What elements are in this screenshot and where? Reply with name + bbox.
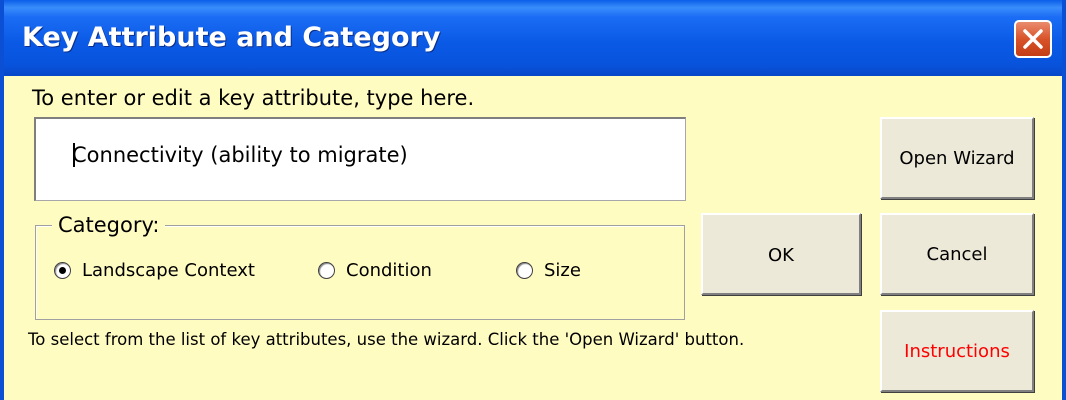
close-icon bbox=[1023, 29, 1043, 49]
wizard-hint-text: To select from the list of key attribute… bbox=[28, 330, 745, 349]
category-group-label: Category: bbox=[52, 213, 166, 237]
cancel-button[interactable]: Cancel bbox=[880, 213, 1034, 295]
instructions-button[interactable]: Instructions bbox=[880, 310, 1034, 392]
radio-unselected-icon bbox=[318, 261, 335, 279]
close-button[interactable] bbox=[1014, 20, 1052, 58]
attribute-prompt-label: To enter or edit a key attribute, type h… bbox=[32, 86, 475, 110]
open-wizard-button[interactable]: Open Wizard bbox=[880, 117, 1034, 199]
text-caret bbox=[73, 143, 75, 167]
dialog-title: Key Attribute and Category bbox=[22, 22, 441, 53]
radio-label: Condition bbox=[346, 259, 432, 281]
radio-unselected-icon bbox=[516, 261, 533, 279]
ok-button[interactable]: OK bbox=[701, 213, 861, 295]
radio-selected-icon bbox=[54, 261, 71, 279]
radio-condition[interactable]: Condition bbox=[318, 259, 432, 281]
key-attribute-input-value: Connectivity (ability to migrate) bbox=[72, 143, 408, 167]
radio-size[interactable]: Size bbox=[516, 259, 581, 281]
radio-landscape-context[interactable]: Landscape Context bbox=[54, 259, 255, 281]
title-bar[interactable]: Key Attribute and Category bbox=[4, 0, 1062, 76]
radio-label: Landscape Context bbox=[82, 259, 255, 281]
radio-label: Size bbox=[544, 259, 581, 281]
key-attribute-input[interactable]: Connectivity (ability to migrate) bbox=[34, 117, 686, 201]
